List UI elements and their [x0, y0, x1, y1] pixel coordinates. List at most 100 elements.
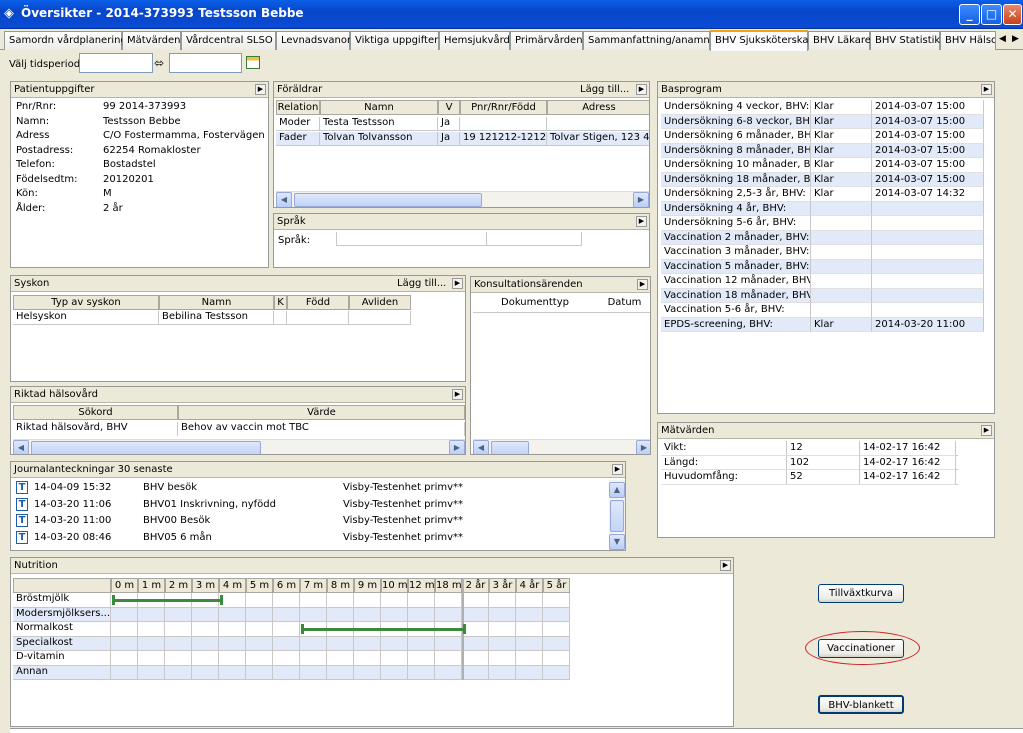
tab-5[interactable]: Hemsjukvård — [439, 31, 510, 50]
scroll-right-icon[interactable]: ▶ — [449, 440, 465, 454]
nutrition-cell — [192, 622, 219, 637]
consult-col-header[interactable]: Datum — [597, 296, 650, 311]
riktad-col-header[interactable]: Sökord — [13, 405, 178, 420]
tab-9[interactable]: BHV Läkare — [808, 31, 871, 50]
tab-0[interactable]: Samordn vårdplanering — [4, 31, 127, 50]
parents-col-header[interactable]: Adress — [547, 100, 649, 115]
basprogram-row[interactable]: EPDS-screening, BHV: Klar 2014-03-20 11:00 — [661, 317, 984, 332]
siblings-col-header[interactable]: Född — [287, 295, 349, 310]
basprogram-row[interactable]: Vaccination 5 månader, BHV: — [661, 259, 984, 274]
tab-3[interactable]: Levnadsvanor — [276, 31, 351, 50]
basprogram-row[interactable]: Vaccination 5-6 år, BHV: — [661, 303, 984, 318]
close-button[interactable]: ✕ — [1003, 4, 1022, 25]
basprogram-row[interactable]: Undersökning 4 veckor, BHV: Klar 2014-03-0… — [661, 100, 984, 115]
scroll-left-icon[interactable]: ◀ — [473, 440, 489, 454]
parents-cell: Moder — [276, 117, 320, 131]
minimize-button[interactable]: _ — [959, 4, 980, 25]
consult-hscrollbar[interactable]: ◀ ▶ — [473, 439, 650, 454]
scroll-thumb[interactable] — [31, 441, 261, 454]
period-from-input[interactable] — [79, 53, 153, 73]
patient-field-label: Adress — [16, 130, 50, 141]
tab-scroll-right-icon[interactable]: ▶ — [1009, 31, 1022, 47]
scroll-thumb[interactable] — [491, 441, 529, 454]
journal-panel-expand-icon[interactable]: ▶ — [612, 464, 623, 475]
language-panel-expand-icon[interactable]: ▶ — [636, 216, 647, 227]
journal-type: BHV01 Inskrivning, nyfödd — [143, 498, 276, 510]
scroll-left-icon[interactable]: ◀ — [13, 440, 29, 454]
tab-8[interactable]: BHV Sjuksköterska — [710, 30, 809, 51]
tab-7[interactable]: Sammanfattning/anamne — [583, 31, 716, 50]
scroll-left-icon[interactable]: ◀ — [276, 192, 292, 207]
journal-row[interactable]: T 14-03-20 08:46 BHV05 6 mån Visby-Testenhe… — [16, 530, 606, 546]
basprogram-row[interactable]: Vaccination 18 månader, BHV: — [661, 288, 984, 303]
tab-4[interactable]: Viktiga uppgifter — [350, 31, 439, 50]
basprogram-row[interactable]: Undersökning 8 månader, BHV: Klar 2014-03-… — [661, 143, 984, 158]
journal-row[interactable]: T 14-04-09 15:32 BHV besök Visby-Testenhet … — [16, 480, 606, 496]
parents-col-header[interactable]: Pnr/Rnr/Född — [460, 100, 547, 115]
journal-unit: Visby-Testenhet primv** — [343, 531, 464, 543]
patient-panel-expand-icon[interactable]: ▶ — [255, 84, 266, 95]
tab-6[interactable]: Primärvården — [510, 31, 583, 50]
basprogram-row[interactable]: Vaccination 2 månader, BHV: — [661, 230, 984, 245]
basprogram-panel-expand-icon[interactable]: ▶ — [981, 84, 992, 95]
consult-panel-expand-icon[interactable]: ▶ — [637, 279, 648, 290]
parents-panel-expand-icon[interactable]: ▶ — [636, 84, 647, 95]
consult-col-header[interactable]: Dokumenttyp — [473, 296, 597, 311]
parents-col-header[interactable]: Relation — [276, 100, 320, 115]
basprogram-row[interactable]: Undersökning 5-6 år, BHV: — [661, 216, 984, 231]
basprogram-row[interactable]: Undersökning 6-8 veckor, BHV: Klar 2014-03… — [661, 114, 984, 129]
riktad-hscrollbar[interactable]: ◀ ▶ — [13, 439, 465, 454]
basprogram-row[interactable]: Undersökning 4 år, BHV: — [661, 201, 984, 216]
calendar-icon[interactable] — [246, 56, 260, 69]
siblings-col-header[interactable]: Typ av syskon — [13, 295, 159, 310]
tab-scroll-left-icon[interactable]: ◀ — [996, 31, 1009, 47]
parents-col-header[interactable]: Namn — [320, 100, 438, 115]
scroll-up-icon[interactable]: ▲ — [609, 482, 625, 498]
scroll-right-icon[interactable]: ▶ — [636, 440, 650, 454]
basprogram-row[interactable]: Vaccination 12 månader, BHV: — [661, 274, 984, 289]
nutrition-col-header: 8 m — [327, 578, 354, 593]
tab-11[interactable]: BHV Hälso — [940, 31, 996, 50]
journal-row[interactable]: T 14-03-20 11:00 BHV00 Besök Visby-Testenhe… — [16, 513, 606, 529]
parents-hscrollbar[interactable]: ◀ ▶ — [276, 191, 649, 207]
basprogram-row[interactable]: Undersökning 2,5-3 år, BHV: Klar 2014-03-0… — [661, 187, 984, 202]
journal-row[interactable]: T 14-03-20 11:06 BHV01 Inskrivning, nyfödd… — [16, 497, 606, 513]
siblings-col-header[interactable]: Namn — [159, 295, 274, 310]
scroll-right-icon[interactable]: ▶ — [633, 192, 649, 207]
patient-panel-title: Patientuppgifter — [14, 84, 95, 95]
basprogram-row[interactable]: Vaccination 3 månader, BHV: — [661, 245, 984, 260]
journal-vscrollbar[interactable]: ▲ ▼ — [609, 480, 625, 550]
consult-panel: Konsultationsärenden ▶ Dokumenttyp Datum… — [470, 276, 651, 455]
tab-1[interactable]: Mätvärden — [122, 31, 181, 50]
scroll-down-icon[interactable]: ▼ — [609, 534, 625, 550]
parents-add-link[interactable]: Lägg till... — [580, 84, 629, 95]
nutrition-cell — [246, 665, 273, 680]
tab-2[interactable]: Vårdcentral SLSO — [181, 31, 276, 50]
bhv-blankett-button[interactable]: BHV-blankett — [818, 695, 904, 714]
basprogram-cell — [872, 201, 984, 216]
scroll-thumb[interactable] — [294, 193, 482, 207]
growth-curve-button[interactable]: Tillväxtkurva — [818, 584, 904, 603]
basprogram-row[interactable]: Undersökning 18 månader, B... Klar 2014-03… — [661, 172, 984, 187]
siblings-panel-expand-icon[interactable]: ▶ — [452, 278, 463, 289]
basprogram-row[interactable]: Undersökning 6 månader, BHV: Klar 2014-03-… — [661, 129, 984, 144]
nutrition-cell — [381, 607, 408, 622]
siblings-col-header[interactable]: K — [274, 295, 287, 310]
tab-10[interactable]: BHV Statistik — [870, 31, 940, 50]
maximize-button[interactable]: □ — [981, 4, 1002, 25]
tab-strip: Samordn vårdplanering Mätvärden Vårdcentra… — [0, 30, 1023, 51]
basprogram-row[interactable]: Undersökning 10 månader, B... Klar 2014-03… — [661, 158, 984, 173]
riktad-col-header[interactable]: Värde — [178, 405, 465, 420]
siblings-add-link[interactable]: Lägg till... — [397, 278, 446, 289]
siblings-col-header[interactable]: Avliden — [349, 295, 411, 310]
patient-field-value: C/O Fostermamma, Fostervägen — [103, 130, 265, 141]
period-to-input[interactable] — [169, 53, 242, 73]
basprogram-cell: 2014-03-07 15:00 — [872, 129, 984, 144]
scroll-thumb[interactable] — [610, 500, 624, 532]
nutrition-panel-expand-icon[interactable]: ▶ — [720, 560, 731, 571]
nutrition-col-header: 1 m — [138, 578, 165, 593]
parents-col-header[interactable]: V — [438, 100, 460, 115]
basprogram-cell: Undersökning 18 månader, B... — [661, 172, 811, 187]
matvarden-panel-expand-icon[interactable]: ▶ — [981, 425, 992, 436]
riktad-panel-expand-icon[interactable]: ▶ — [452, 389, 463, 400]
